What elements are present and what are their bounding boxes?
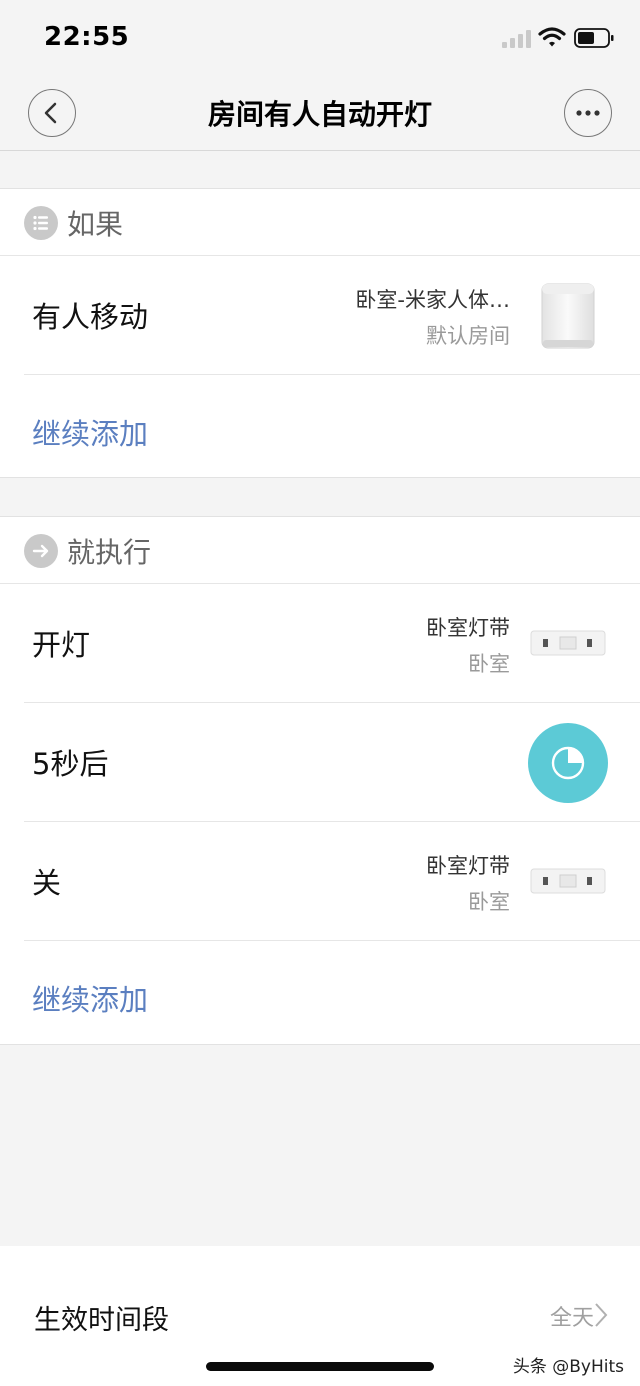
- condition-label: 有人移动: [32, 300, 149, 334]
- battery-icon: [574, 28, 614, 48]
- add-action-link[interactable]: 继续添加: [32, 977, 148, 1019]
- page-title: 房间有人自动开灯: [207, 98, 432, 131]
- chevron-right-icon: [595, 1303, 608, 1327]
- row-divider: [24, 374, 640, 375]
- action-device: 卧室灯带: [426, 854, 510, 878]
- condition-device: 卧室-米家人体…: [355, 288, 510, 312]
- action-room: 卧室: [468, 890, 510, 914]
- action-label: 关: [32, 866, 62, 900]
- delay-row[interactable]: 5秒后: [0, 703, 640, 822]
- delay-label: 5秒后: [32, 747, 109, 781]
- if-section: 如果 有人移动 卧室-米家人体… 默认房间 继续添加: [0, 188, 640, 478]
- wifi-icon: [538, 27, 566, 47]
- watermark: 头条 @ByHits: [512, 1357, 624, 1377]
- condition-row[interactable]: 有人移动 卧室-米家人体… 默认房间: [0, 256, 640, 375]
- then-section: 就执行 开灯 卧室灯带 卧室 5秒后 关 卧室灯带 卧室 继续添加: [0, 516, 640, 1045]
- schedule-value: 全天: [549, 1306, 594, 1331]
- timer-button[interactable]: [528, 723, 608, 803]
- row-divider: [24, 940, 640, 941]
- back-icon: [44, 102, 57, 124]
- action-row[interactable]: 关 卧室灯带 卧室: [0, 822, 640, 941]
- add-condition-link[interactable]: 继续添加: [32, 411, 148, 453]
- light-strip-icon: [530, 868, 606, 894]
- action-row[interactable]: 开灯 卧室灯带 卧室: [0, 584, 640, 703]
- then-section-title: 就执行: [67, 536, 152, 569]
- then-section-header: 就执行: [0, 517, 640, 584]
- action-device: 卧室灯带: [426, 616, 510, 640]
- clock-icon: [551, 746, 585, 780]
- more-icon: [576, 110, 600, 116]
- nav-bar: 房间有人自动开灯: [0, 80, 640, 151]
- schedule-label: 生效时间段: [34, 1305, 169, 1336]
- if-section-title: 如果: [67, 208, 124, 241]
- status-time: 22:55: [44, 22, 130, 52]
- back-button[interactable]: [28, 89, 76, 137]
- signal-icon: [502, 30, 532, 48]
- home-indicator: [206, 1362, 434, 1371]
- light-strip-icon: [530, 630, 606, 656]
- action-label: 开灯: [32, 628, 91, 662]
- arrow-right-icon: [24, 534, 58, 568]
- condition-room: 默认房间: [426, 324, 510, 348]
- more-button[interactable]: [564, 89, 612, 137]
- if-section-header: 如果: [0, 189, 640, 256]
- action-room: 卧室: [468, 652, 510, 676]
- list-icon: [24, 206, 58, 240]
- motion-sensor-icon: [541, 283, 595, 349]
